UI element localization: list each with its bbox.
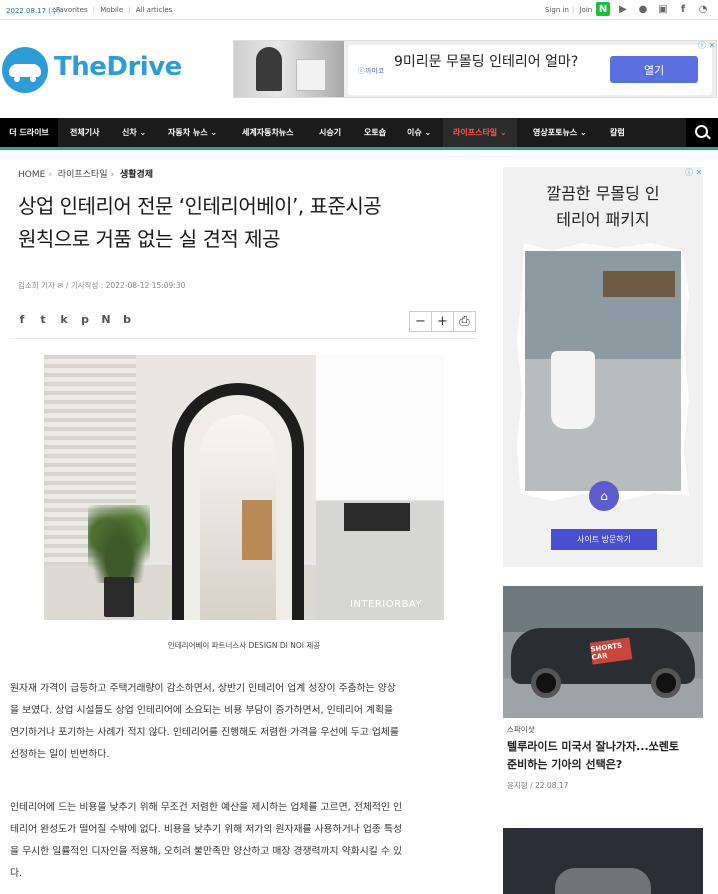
article-paragraph: 인테리어에 드는 비용을 낮추기 위해 무조건 저렴한 예산을 제시하는 업체를… (10, 797, 478, 885)
font-decrease-button[interactable]: − (409, 311, 432, 332)
image-caption: 인테리어베이 파트너스사 DESIGN DI NOI 제공 (167, 641, 321, 650)
twitter-share-icon[interactable]: t (37, 312, 49, 326)
paragraph-line: 인테리어에 드는 비용을 낮추기 위해 무조건 저렴한 예산을 제시하는 업체를… (10, 802, 402, 813)
sidebar-ad-info-icon[interactable]: ⓘ ✕ (685, 167, 702, 178)
car-logo-icon (2, 47, 48, 93)
image-plant (88, 505, 150, 583)
naver-icon[interactable]: N (596, 2, 610, 16)
side-news-title[interactable]: 텔루라이드 미국서 잘나가자...쏘렌토 준비하는 기아의 선택은? (507, 738, 707, 774)
ad-bathroom-image (234, 41, 344, 97)
all-articles-link[interactable]: All articles (136, 6, 173, 14)
nav-new-cars[interactable]: 신차 ⌄ (122, 118, 146, 147)
car-shape (555, 868, 651, 894)
ad-headline: 9미리문 무몰딩 인테리어 얼마? (394, 54, 579, 70)
favorites-link[interactable]: Favorites (56, 6, 88, 14)
nav-all-articles[interactable]: 전체기사 (70, 118, 99, 147)
side-news-thumbnail[interactable]: SHORTS CAR (503, 586, 703, 718)
kakao-icon[interactable]: ● (636, 2, 650, 16)
logo-text: TheDrive (54, 52, 182, 82)
kakao-share-icon[interactable]: k (58, 312, 70, 326)
facebook-share-icon[interactable]: f (16, 312, 28, 326)
image-room (316, 355, 444, 620)
headline-line: 깔끔한 무몰딩 인 (546, 184, 660, 203)
breadcrumb-current[interactable]: 생활경제 (120, 170, 153, 180)
article-byline: 김소희 기자 ✉ / 기사작성 : 2022-08-12 15:09:30 (18, 281, 186, 290)
car-wheel (531, 668, 561, 698)
ad-info-icon[interactable]: ⓘ ✕ (698, 40, 715, 51)
nav-video-photo[interactable]: 영상포토뉴스 ⌄ (533, 118, 587, 147)
top-utility-bar: 2022.08.17 (수) Favorites | Mobile | All ar… (0, 0, 718, 20)
main-navigation: 더 드라이브 전체기사 신차 ⌄ 자동차 뉴스 ⌄ 세계자동차뉴스 시승기 오토… (0, 118, 718, 150)
pinterest-share-icon[interactable]: p (79, 312, 91, 326)
account-links: Sign in | Join (545, 6, 593, 14)
ad-open-button[interactable]: 열기 (610, 56, 698, 83)
nav-home[interactable]: 더 드라이브 (0, 118, 58, 147)
article-tools: − + ⎙ (409, 311, 476, 332)
breadcrumb-section[interactable]: 라이프스타일 (58, 170, 108, 180)
article-image: INTERIORBAY (44, 355, 444, 620)
nav-column[interactable]: 칼럼 (610, 118, 625, 147)
side-news-meta: 윤지형 / 22.08.17 (507, 781, 569, 790)
join-link[interactable]: Join (579, 6, 592, 14)
share-bar: f t k p N b (16, 312, 133, 328)
image-pot (104, 577, 134, 617)
title-line: 준비하는 기아의 선택은? (507, 758, 623, 771)
mobile-link[interactable]: Mobile (100, 6, 123, 14)
image-bench (242, 500, 272, 560)
top-banner-ad[interactable]: ⓒ까미코 9미리문 무몰딩 인테리어 얼마? 열기 (233, 40, 717, 98)
visit-site-button[interactable]: 사이트 방문하기 (551, 529, 657, 550)
side-news-thumbnail-2[interactable] (503, 828, 703, 894)
brand-badge-icon: ⌂ (589, 481, 619, 511)
facebook-icon[interactable]: f (676, 2, 690, 16)
breadcrumb: HOME › 라이프스타일 › 생활경제 (18, 170, 154, 180)
play-icon[interactable]: ▶ (616, 2, 630, 16)
paragraph-line: 연기하거나 포기하는 사례가 적지 않다. 인테리어를 진행해도 저렴한 가격을… (10, 727, 399, 738)
sign-in-link[interactable]: Sign in (545, 6, 569, 14)
title-line: 원칙으로 거품 없는 실 견적 제공 (18, 227, 281, 251)
rss-icon[interactable]: ◔ (696, 2, 710, 16)
paragraph-line: 선정하는 일이 빈번하다. (10, 749, 110, 760)
nav-test-drive[interactable]: 시승기 (319, 118, 341, 147)
sidebar-ad[interactable]: 깔끔한 무몰딩 인 테리어 패키지 ⌂ 사이트 방문하기 (503, 167, 703, 567)
youtube-icon[interactable]: ▣ (656, 2, 670, 16)
nav-car-news[interactable]: 자동차 뉴스 ⌄ (168, 118, 217, 147)
side-news-category: 스파이샷 (507, 725, 535, 734)
nav-issue[interactable]: 이슈 ⌄ (407, 118, 431, 147)
sidebar-ad-headline: 깔끔한 무몰딩 인 테리어 패키지 (503, 181, 703, 233)
ad-card: ⓒ까미코 9미리문 무몰딩 인테리어 얼마? 열기 (348, 45, 712, 95)
site-logo[interactable]: TheDrive (0, 44, 185, 94)
naver-share-icon[interactable]: N (100, 312, 112, 326)
paragraph-line: 다. (10, 868, 23, 879)
search-icon[interactable] (686, 118, 718, 147)
nav-world-car-news[interactable]: 세계자동차뉴스 (242, 118, 294, 147)
divider (10, 338, 477, 339)
image-watermark: INTERIORBAY (350, 599, 423, 610)
ad-bathroom-photo (525, 251, 681, 491)
nav-lifestyle[interactable]: 라이프스타일 ⌄ (443, 118, 517, 147)
print-icon[interactable]: ⎙ (453, 311, 476, 332)
paragraph-line: 을 보였다. 상업 시설들도 상업 인테리어에 소요되는 비용 부담이 증가하면… (10, 705, 393, 716)
font-increase-button[interactable]: + (431, 311, 454, 332)
paragraph-line: 을 무시한 일률적인 디자인을 적용해, 오히려 불만족만 양산하고 매장 경쟁… (10, 846, 402, 857)
title-line: 상업 인테리어 전문 ‘인테리어베이’, 표준시공 (18, 194, 382, 218)
article-paragraph: 원자재 가격이 급등하고 주택거래량이 감소하면서, 상반기 인테리어 업계 성… (10, 678, 478, 766)
nav-autoshop[interactable]: 오토숍 (364, 118, 386, 147)
breadcrumb-home[interactable]: HOME (18, 170, 45, 180)
image-table (344, 503, 410, 531)
paragraph-line: 테리어 완성도가 떨어질 수밖에 없다. 비용을 낮추기 위해 저가의 원자재를… (10, 824, 402, 835)
current-date: 2022.08.17 (수) (6, 7, 61, 15)
band-share-icon[interactable]: b (121, 312, 133, 326)
top-links: Favorites | Mobile | All articles (56, 6, 173, 14)
paragraph-line: 원자재 가격이 급등하고 주택거래량이 감소하면서, 상반기 인테리어 업계 성… (10, 683, 396, 694)
ad-brand: ⓒ까미코 (358, 67, 385, 75)
title-line: 텔루라이드 미국서 잘나가자...쏘렌토 (507, 740, 679, 753)
headline-line: 테리어 패키지 (556, 210, 650, 229)
car-wheel (651, 668, 681, 698)
article-title: 상업 인테리어 전문 ‘인테리어베이’, 표준시공 원칙으로 거품 없는 실 견… (18, 190, 488, 256)
